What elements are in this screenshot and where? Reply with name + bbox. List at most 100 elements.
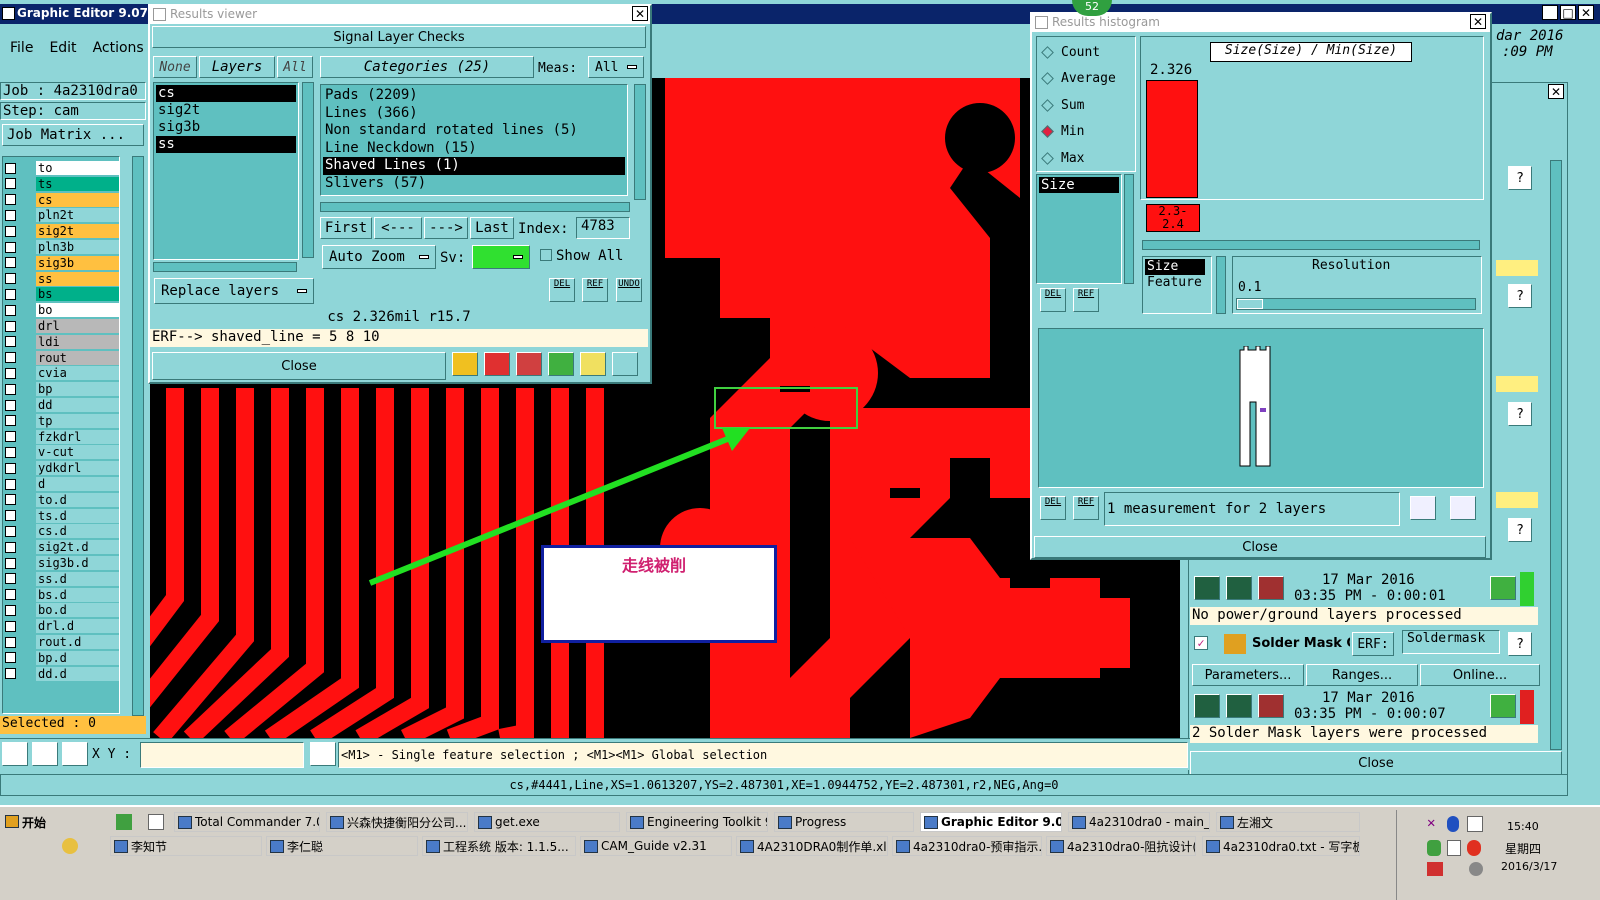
layer-row[interactable]: ydkdrl	[5, 461, 119, 476]
cursor-mode-icon[interactable]	[310, 742, 336, 766]
layer-row[interactable]: dd	[5, 398, 119, 412]
run-icon[interactable]	[1226, 694, 1252, 718]
auto-zoom-select[interactable]: Auto Zoom	[322, 245, 436, 269]
right-panel-close-button[interactable]: Close	[1190, 751, 1562, 775]
layer-checkbox[interactable]	[5, 620, 16, 632]
menu-file[interactable]: File	[10, 40, 33, 64]
histogram-bar[interactable]	[1146, 80, 1198, 198]
hist-ref-button[interactable]: REF	[1073, 288, 1099, 312]
rv-layer-item[interactable]: sig3b	[156, 119, 296, 136]
layer-row[interactable]: bs.d	[5, 587, 119, 602]
red-marker-icon[interactable]	[484, 352, 510, 376]
menu-edit[interactable]: Edit	[49, 40, 76, 64]
all-button[interactable]: All	[277, 56, 313, 78]
right-panel-close-icon[interactable]: ✕	[1548, 84, 1564, 99]
layer-row[interactable]: rout	[5, 350, 119, 365]
taskbar-item[interactable]: 4a2310dra0-预审指示....	[892, 836, 1042, 856]
zoom-icon[interactable]	[1490, 694, 1516, 718]
taskbar-item[interactable]: 4a2310dra0 - main_qa	[1068, 812, 1210, 832]
layer-row[interactable]: to	[5, 161, 119, 175]
histogram-hscroll[interactable]	[1142, 240, 1480, 250]
layer-row[interactable]: cs.d	[5, 524, 119, 539]
tray-icon[interactable]	[1427, 862, 1443, 876]
layer-checkbox[interactable]	[5, 336, 16, 348]
layer-checkbox[interactable]	[5, 257, 16, 269]
histogram-option[interactable]: Sum	[1041, 96, 1084, 114]
layer-row[interactable]: ts	[5, 176, 119, 191]
category-item[interactable]: Shaved Lines (1)	[323, 157, 625, 175]
rv-layer-item[interactable]: sig2t	[156, 102, 296, 119]
report-icon[interactable]	[580, 352, 606, 376]
layer-checkbox[interactable]	[5, 273, 16, 285]
run-icon[interactable]	[1258, 694, 1284, 718]
maximize-button[interactable]: □	[1560, 5, 1576, 20]
layer-row[interactable]: ss.d	[5, 571, 119, 586]
layer-row[interactable]: bo.d	[5, 603, 119, 618]
histogram-option[interactable]: Count	[1041, 43, 1100, 61]
rv-layer-hscroll[interactable]	[153, 262, 297, 272]
job-matrix-button[interactable]: Job Matrix ...	[2, 124, 144, 146]
tray-icon[interactable]	[1427, 840, 1441, 856]
export-icon[interactable]	[1410, 496, 1436, 520]
layer-checkbox[interactable]	[5, 399, 16, 411]
layer-row[interactable]: dd.d	[5, 666, 119, 681]
xy-input[interactable]	[140, 742, 304, 768]
preview-del-button[interactable]: DEL	[1040, 496, 1066, 520]
category-scrollbar[interactable]	[634, 84, 646, 200]
layer-row[interactable]: sig2t	[5, 224, 119, 239]
size-feature-scrollbar[interactable]	[1216, 256, 1226, 314]
layer-checkbox[interactable]	[5, 288, 16, 300]
measure-tool-icon[interactable]	[32, 742, 58, 766]
category-item[interactable]: Pads (2209)	[323, 87, 625, 105]
layer-checkbox[interactable]	[5, 352, 16, 364]
tray-icon[interactable]	[1447, 840, 1461, 856]
layer-row[interactable]: drl.d	[5, 619, 119, 634]
taskbar-item[interactable]: 李仁聪	[266, 836, 418, 856]
taskbar-item[interactable]: 李知节	[110, 836, 262, 856]
histogram-close-icon[interactable]: ✕	[1470, 14, 1486, 29]
help-button[interactable]: ?	[1508, 166, 1532, 190]
erf-value[interactable]: Soldermask	[1402, 630, 1500, 654]
layer-checkbox[interactable]	[5, 525, 16, 537]
layer-checkbox[interactable]	[5, 557, 16, 569]
taskbar-item[interactable]: 左湘文	[1216, 812, 1360, 832]
taskbar-item[interactable]: 兴森快捷衡阳分公司...	[326, 812, 468, 832]
parameters-button[interactable]: Parameters...	[1192, 664, 1304, 686]
right-panel-scrollbar[interactable]	[1550, 160, 1562, 750]
rv-layer-item[interactable]: cs	[156, 85, 296, 102]
layer-checkbox[interactable]	[5, 194, 16, 206]
layer-row[interactable]: sig2t.d	[5, 540, 119, 555]
slider-thumb[interactable]	[1237, 299, 1263, 309]
pointer-tool-icon[interactable]	[2, 742, 28, 766]
categories-button[interactable]: Categories (25)	[320, 56, 534, 78]
layer-checkbox[interactable]	[5, 178, 16, 190]
layer-checkbox[interactable]	[5, 446, 16, 458]
resolution-slider[interactable]	[1236, 298, 1476, 310]
run-icon[interactable]	[1194, 576, 1220, 600]
first-button[interactable]: First	[320, 217, 372, 239]
show-all-checkbox[interactable]	[540, 249, 552, 261]
rv-close-button[interactable]: Close	[152, 352, 446, 380]
layers-button[interactable]: Layers	[199, 56, 275, 78]
meas-select[interactable]: All	[588, 56, 644, 78]
layer-row[interactable]: cvia	[5, 366, 119, 381]
ref-button[interactable]: REF	[582, 278, 608, 302]
close-main-button[interactable]: ✕	[1578, 5, 1594, 20]
layer-checkbox[interactable]	[5, 494, 16, 506]
tray-icon[interactable]	[1467, 816, 1483, 832]
layer-row[interactable]: bp	[5, 382, 119, 397]
help-button[interactable]: ?	[1508, 284, 1532, 308]
layer-checkbox[interactable]	[5, 652, 16, 664]
replace-layers-select[interactable]: Replace layers	[154, 278, 314, 304]
none-button[interactable]: None	[153, 56, 197, 78]
layer-row[interactable]: ldi	[5, 334, 119, 349]
layer-checkbox[interactable]	[5, 541, 16, 553]
layer-checkbox[interactable]	[5, 589, 16, 601]
quicklaunch-icon[interactable]	[116, 814, 132, 830]
zoom-icon[interactable]	[548, 352, 574, 376]
layer-row[interactable]: d	[5, 477, 119, 491]
layer-row[interactable]: fzkdrl	[5, 429, 119, 444]
layer-list-scrollbar[interactable]	[132, 156, 144, 716]
metric-scrollbar[interactable]	[1124, 174, 1134, 284]
cursor-icon[interactable]	[452, 352, 478, 376]
